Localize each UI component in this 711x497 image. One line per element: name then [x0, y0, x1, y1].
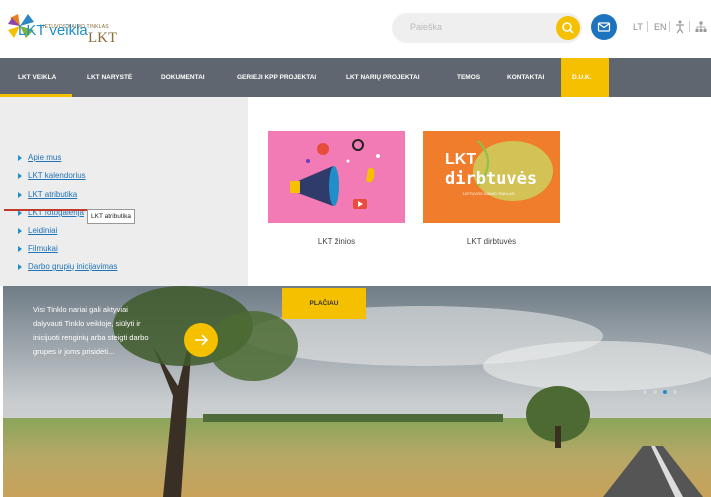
sitemap-icon[interactable]: [695, 21, 707, 33]
slider-dots: [643, 381, 683, 399]
mega-menu-title: LKT veikla: [18, 22, 88, 39]
hero-description: Visi Tinklo nariai gali aktyviai dalyvau…: [33, 305, 149, 356]
accessibility-icon[interactable]: [674, 20, 686, 34]
caret-right-icon: [18, 154, 22, 161]
lang-divider: [689, 21, 690, 32]
link-tooltip: LKT atributika: [87, 209, 135, 224]
nav-item-duk[interactable]: D.U.K.: [572, 58, 592, 97]
menu-link-darbo-grupiu-inicijavimas[interactable]: Darbo grupių inicijavimas: [18, 262, 117, 271]
menu-link-label[interactable]: Darbo grupių inicijavimas: [28, 262, 117, 271]
nav-item-lkt-naryste[interactable]: LKT NARYSTĖ: [87, 58, 132, 97]
slider-dot[interactable]: [653, 390, 657, 394]
main-nav: LKT VEIKLA LKT NARYSTĖ DOKUMENTAI GERIEJ…: [0, 58, 711, 97]
card-image-title-1: LKT: [445, 151, 477, 168]
nav-item-gerieji-kpp-projektai[interactable]: GERIEJI KPP PROJEKTAI: [237, 58, 316, 97]
menu-link-apie-mus[interactable]: Apie mus: [18, 153, 61, 162]
caret-right-icon: [18, 191, 22, 198]
search-input[interactable]: Paieška: [410, 22, 442, 32]
hero-next-button[interactable]: [184, 323, 218, 357]
nav-item-lkt-veikla[interactable]: LKT VEIKLA: [18, 58, 56, 97]
caret-right-icon: [18, 263, 22, 270]
nav-item-lkt-nariu-projektai[interactable]: LKT NARIŲ PROJEKTAI: [346, 58, 420, 97]
card-lkt-dirbtuves[interactable]: LKT dirbtuvės LIETUVOS KAIMO TINKLAS: [423, 131, 560, 223]
card-label-lkt-dirbtuves[interactable]: LKT dirbtuvės: [423, 237, 560, 246]
menu-link-leidiniai[interactable]: Leidiniai: [18, 226, 57, 235]
caret-right-icon: [18, 172, 22, 179]
card-image-title-2: dirbtuvės: [445, 169, 538, 189]
lang-divider: [669, 21, 670, 32]
mail-button[interactable]: [591, 14, 617, 40]
card-lkt-zinios[interactable]: [268, 131, 405, 223]
search-icon: [562, 22, 574, 34]
nav-item-dokumentai[interactable]: DOKUMENTAI: [161, 58, 205, 97]
mail-icon: [597, 22, 611, 32]
slider-dot-active[interactable]: [663, 390, 667, 394]
lang-en-link[interactable]: EN: [654, 22, 667, 32]
search-button[interactable]: [556, 16, 580, 40]
nav-item-temos[interactable]: TEMOS: [457, 58, 480, 97]
annotation-underline: [4, 209, 94, 211]
logo-big-text: LKT: [88, 30, 118, 46]
arrow-right-icon: [195, 334, 209, 346]
caret-right-icon: [18, 245, 22, 252]
menu-link-label[interactable]: LKT atributika: [28, 190, 77, 199]
slider-dot[interactable]: [673, 390, 677, 394]
caret-right-icon: [18, 227, 22, 234]
menu-link-lkt-atributika[interactable]: LKT atributika: [18, 190, 77, 199]
card-image-subtitle: LIETUVOS KAIMO TINKLAS: [463, 191, 515, 196]
placiau-button[interactable]: PLAČIAU: [282, 288, 366, 319]
menu-link-label[interactable]: LKT kalendorius: [28, 171, 86, 180]
nav-item-kontaktai[interactable]: KONTAKTAI: [507, 58, 544, 97]
menu-link-label[interactable]: Filmukai: [28, 244, 58, 253]
menu-link-label[interactable]: Leidiniai: [28, 226, 57, 235]
menu-link-label[interactable]: Apie mus: [28, 153, 61, 162]
lang-divider: [647, 21, 648, 32]
card-label-lkt-zinios[interactable]: LKT žinios: [268, 237, 405, 246]
slider-dot[interactable]: [643, 390, 647, 394]
menu-link-filmukai[interactable]: Filmukai: [18, 244, 58, 253]
top-bar: LIETUVOS KAIMO TINKLAS LKT Paieška LT EN: [0, 0, 711, 58]
menu-link-lkt-kalendorius[interactable]: LKT kalendorius: [18, 171, 86, 180]
search-box[interactable]: Paieška: [392, 13, 582, 43]
lang-lt-link[interactable]: LT: [633, 22, 643, 32]
megaphone-icon: [290, 139, 380, 209]
